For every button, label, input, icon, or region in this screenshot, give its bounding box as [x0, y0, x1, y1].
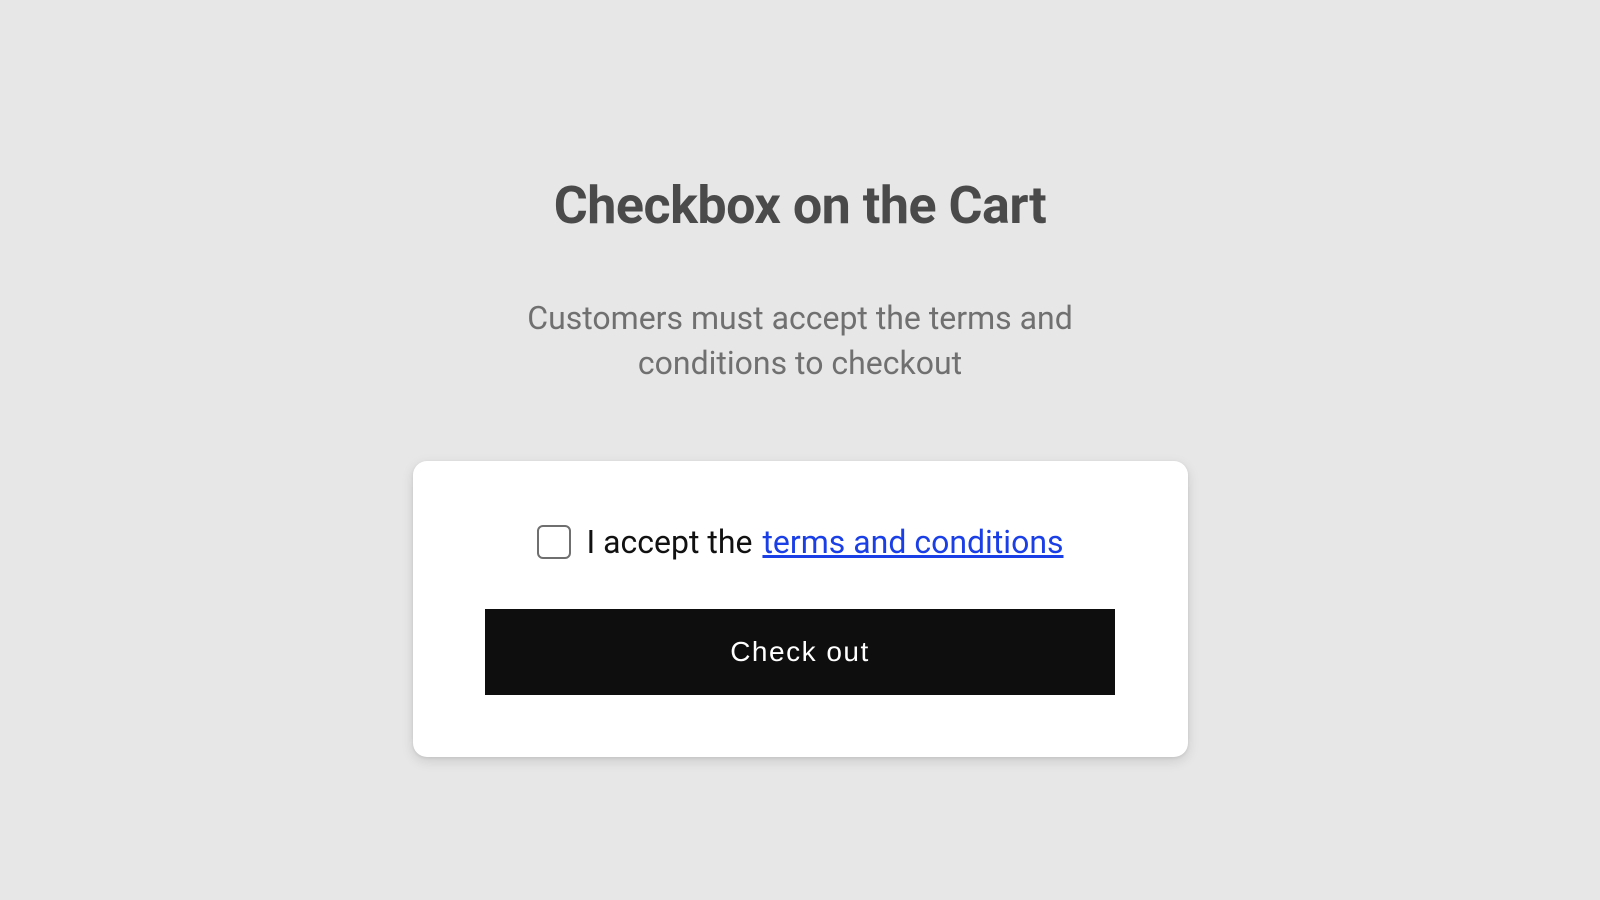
- terms-checkbox-row: I accept the terms and conditions: [537, 523, 1064, 561]
- page-subtitle: Customers must accept the terms and cond…: [450, 296, 1150, 386]
- terms-label-prefix: I accept the: [587, 523, 753, 561]
- terms-checkbox[interactable]: [537, 525, 571, 559]
- terms-and-conditions-link[interactable]: terms and conditions: [762, 523, 1063, 561]
- terms-label: I accept the terms and conditions: [587, 523, 1064, 561]
- page-title: Checkbox on the Cart: [554, 175, 1046, 236]
- checkout-button[interactable]: Check out: [485, 609, 1115, 695]
- checkout-card: I accept the terms and conditions Check …: [413, 461, 1188, 757]
